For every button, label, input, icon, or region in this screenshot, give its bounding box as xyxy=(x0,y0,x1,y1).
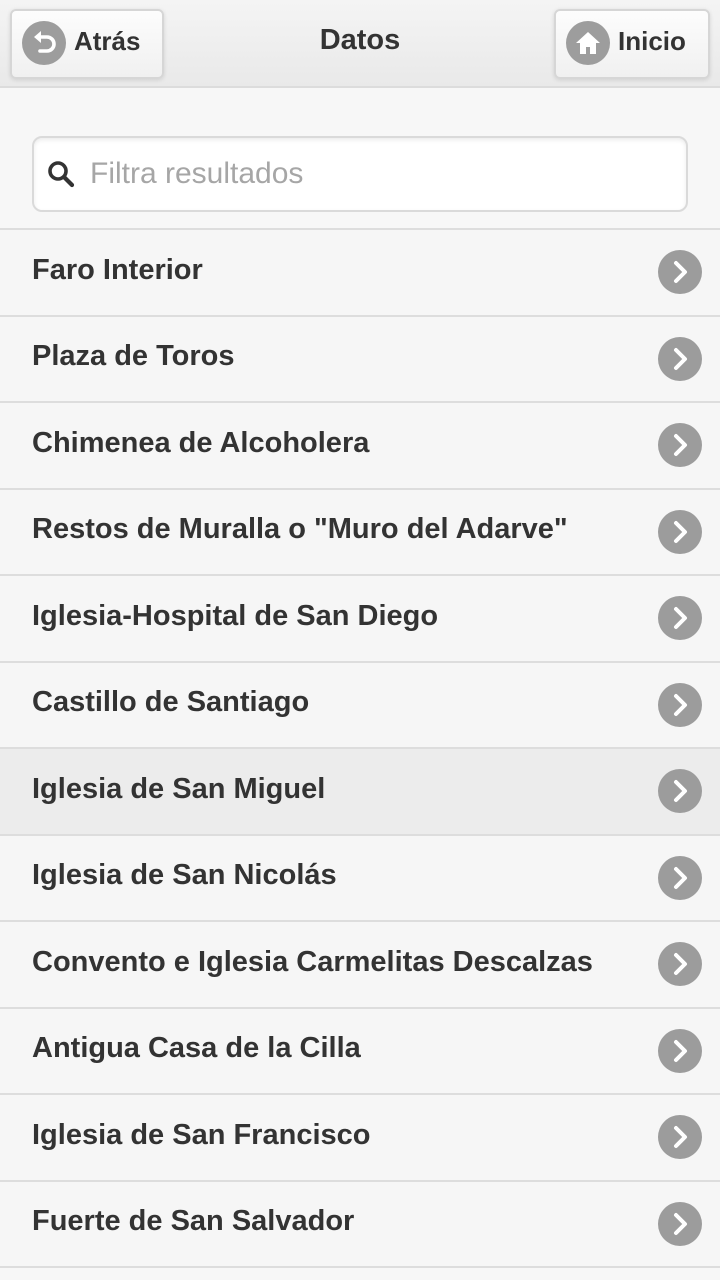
list-item[interactable]: Restos de Muralla o "Muro del Adarve" xyxy=(0,489,720,576)
page-title: Datos xyxy=(319,24,401,56)
list-item[interactable]: Castillo de Santiago xyxy=(0,662,720,749)
chevron-right-icon xyxy=(658,1201,702,1246)
list-item-label: Antigua Casa de la Cilla xyxy=(32,1032,361,1065)
chevron-right-icon xyxy=(658,682,702,727)
chevron-right-icon xyxy=(658,336,702,381)
list-item[interactable]: Iglesia de San Miguel xyxy=(0,749,720,836)
back-button[interactable]: Atrás xyxy=(10,9,164,79)
list-item-label: Iglesia de San Francisco xyxy=(32,1118,371,1151)
chevron-right-icon xyxy=(658,509,702,554)
list-item[interactable]: Faro Interior xyxy=(0,230,720,317)
chevron-right-icon xyxy=(658,596,702,640)
list-item[interactable]: Fuerte de San Salvador xyxy=(0,1181,720,1268)
header-bar: Atrás Datos Inicio xyxy=(0,0,720,88)
list-item-label: Iglesia-Hospital de San Diego xyxy=(32,599,439,632)
list-item-label: Castillo de Santiago xyxy=(32,686,310,719)
search-icon xyxy=(48,161,75,188)
search-bar xyxy=(0,90,720,230)
list-item-label: Chimenea de Alcoholera xyxy=(32,426,370,459)
back-arrow-icon xyxy=(22,21,66,65)
chevron-right-icon xyxy=(658,855,702,900)
home-button-label: Inicio xyxy=(618,25,686,56)
home-icon xyxy=(566,21,610,65)
home-button[interactable]: Inicio xyxy=(554,9,710,79)
chevron-right-icon xyxy=(658,769,702,813)
list-item[interactable]: Antigua Casa de la Cilla xyxy=(0,1008,720,1095)
list-item[interactable]: Iglesia de San Francisco xyxy=(0,1095,720,1182)
list-item-label: Convento e Iglesia Carmelitas Descalzas xyxy=(32,945,593,978)
list-item-label: Iglesia de San Nicolás xyxy=(32,859,337,892)
list-item-label: Restos de Muralla o "Muro del Adarve" xyxy=(32,513,568,546)
search-box[interactable] xyxy=(32,136,688,212)
results-list: Faro Interior Plaza de Toros Chimenea de A… xyxy=(0,228,720,1268)
chevron-right-icon xyxy=(658,1115,702,1159)
list-item-label: Plaza de Toros xyxy=(32,340,235,373)
list-item[interactable]: Iglesia de San Nicolás xyxy=(0,835,720,922)
chevron-right-icon xyxy=(658,423,702,467)
chevron-right-icon xyxy=(658,1028,702,1073)
list-item[interactable]: Chimenea de Alcoholera xyxy=(0,403,720,490)
back-button-label: Atrás xyxy=(74,25,141,56)
list-item[interactable]: Iglesia-Hospital de San Diego xyxy=(0,576,720,663)
list-item-label: Fuerte de San Salvador xyxy=(32,1205,355,1238)
list-item-label: Faro Interior xyxy=(32,253,203,286)
list-item-label: Iglesia de San Miguel xyxy=(32,772,326,805)
list-item[interactable]: Convento e Iglesia Carmelitas Descalzas xyxy=(0,922,720,1009)
list-item[interactable]: Plaza de Toros xyxy=(0,316,720,403)
chevron-right-icon xyxy=(658,250,702,294)
chevron-right-icon xyxy=(658,942,702,986)
search-input[interactable] xyxy=(90,157,650,191)
